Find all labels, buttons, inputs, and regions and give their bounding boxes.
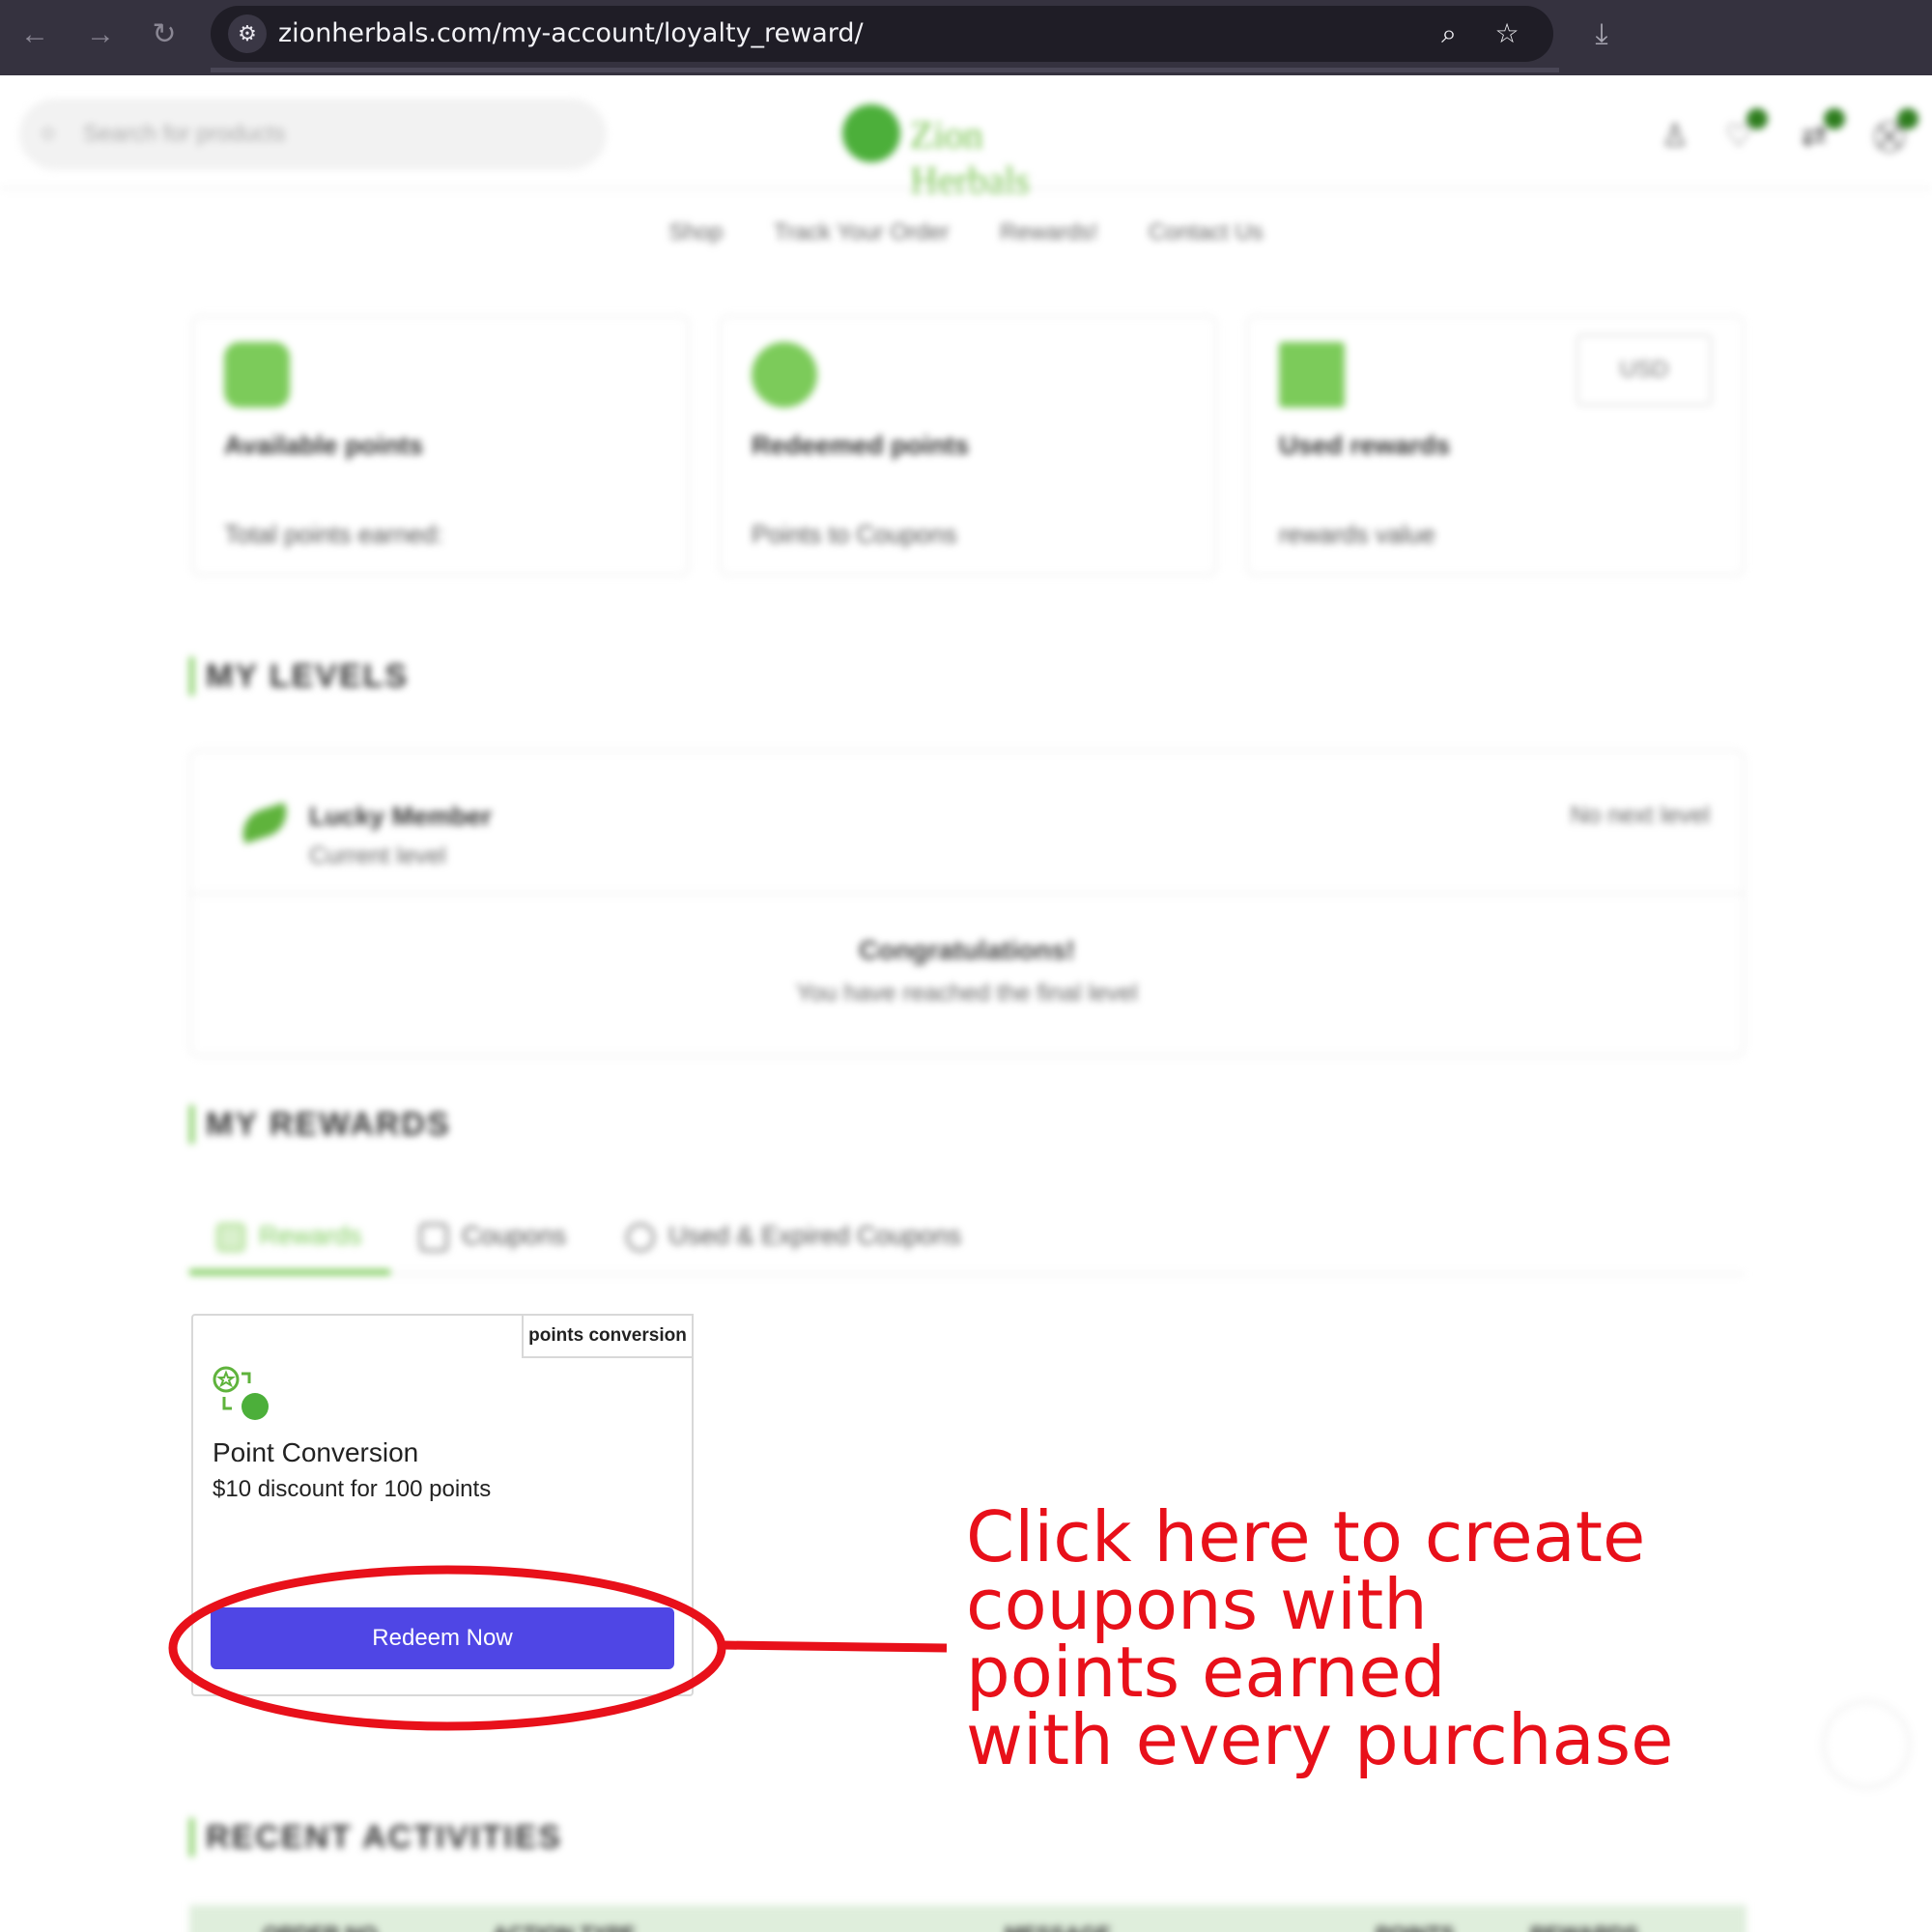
scroll-to-top-button[interactable] bbox=[1826, 1704, 1907, 1785]
column-message: MESSAGE bbox=[1005, 1922, 1111, 1932]
annotation-line: with every purchase bbox=[966, 1699, 1674, 1780]
column-action-type: ACTION TYPE bbox=[493, 1922, 636, 1932]
recent-activities-heading: RECENT ACTIVITIES bbox=[189, 1818, 562, 1857]
annotation-text: Click here to create coupons with points… bbox=[966, 1496, 1674, 1780]
annotation-line: coupons with bbox=[966, 1564, 1428, 1645]
annotation-line: points earned bbox=[966, 1632, 1446, 1713]
column-rewards: REWARDS bbox=[1530, 1922, 1638, 1932]
column-points: POINTS bbox=[1376, 1922, 1455, 1932]
activities-table-header: ORDER NO. ACTION TYPE MESSAGE POINTS REW… bbox=[189, 1905, 1747, 1932]
column-order-no: ORDER NO. bbox=[263, 1922, 384, 1932]
annotation-line: Click here to create bbox=[966, 1496, 1646, 1577]
